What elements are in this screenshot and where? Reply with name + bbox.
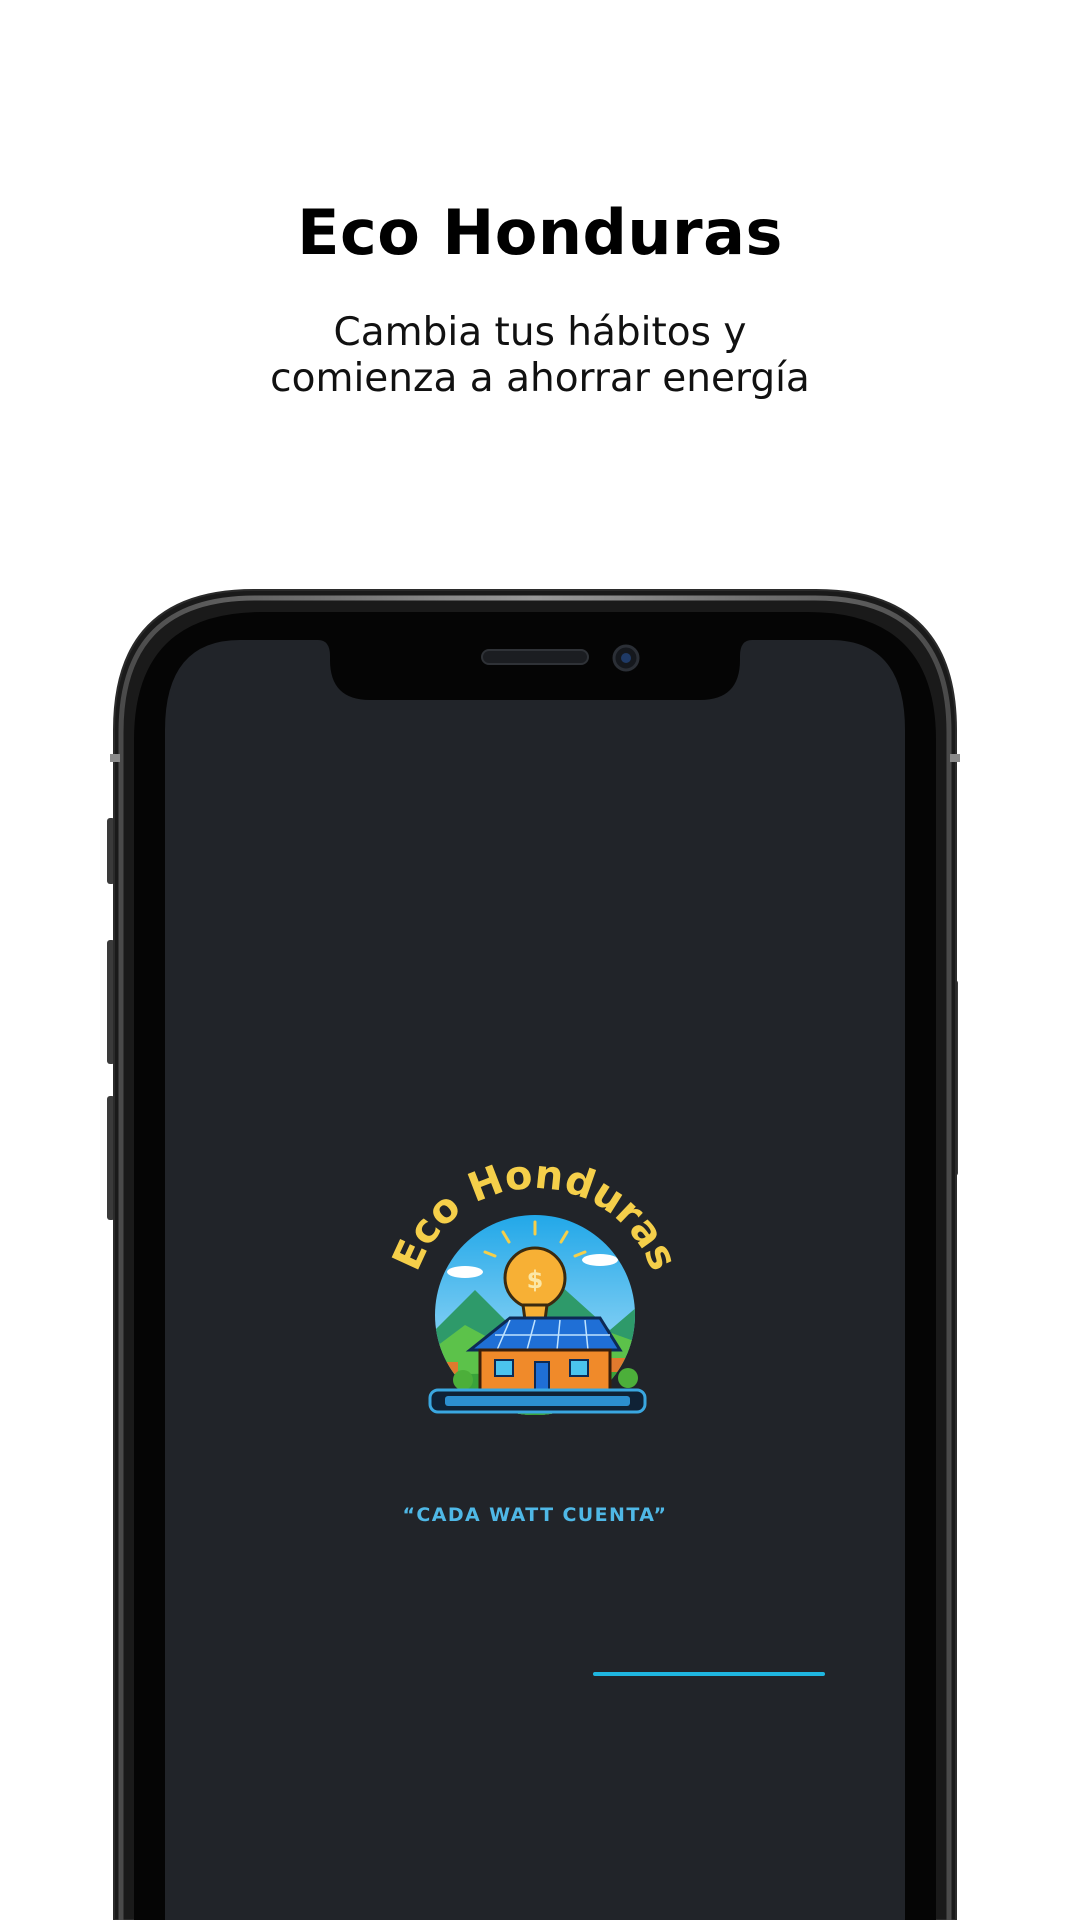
phone-mockup: Eco Honduras $ “CADA WATT CUENTA” xyxy=(0,0,1080,1920)
loading-progress-bar xyxy=(593,1672,825,1676)
tagline: “CADA WATT CUENTA” xyxy=(402,1504,668,1526)
splash-screen: Eco Honduras $ “CADA WATT CUENTA” xyxy=(165,640,905,1920)
app-logo-illustration: Eco Honduras $ xyxy=(384,1152,686,1415)
app-logo: Eco Honduras $ xyxy=(384,1140,686,1420)
svg-text:$: $ xyxy=(527,1266,544,1294)
